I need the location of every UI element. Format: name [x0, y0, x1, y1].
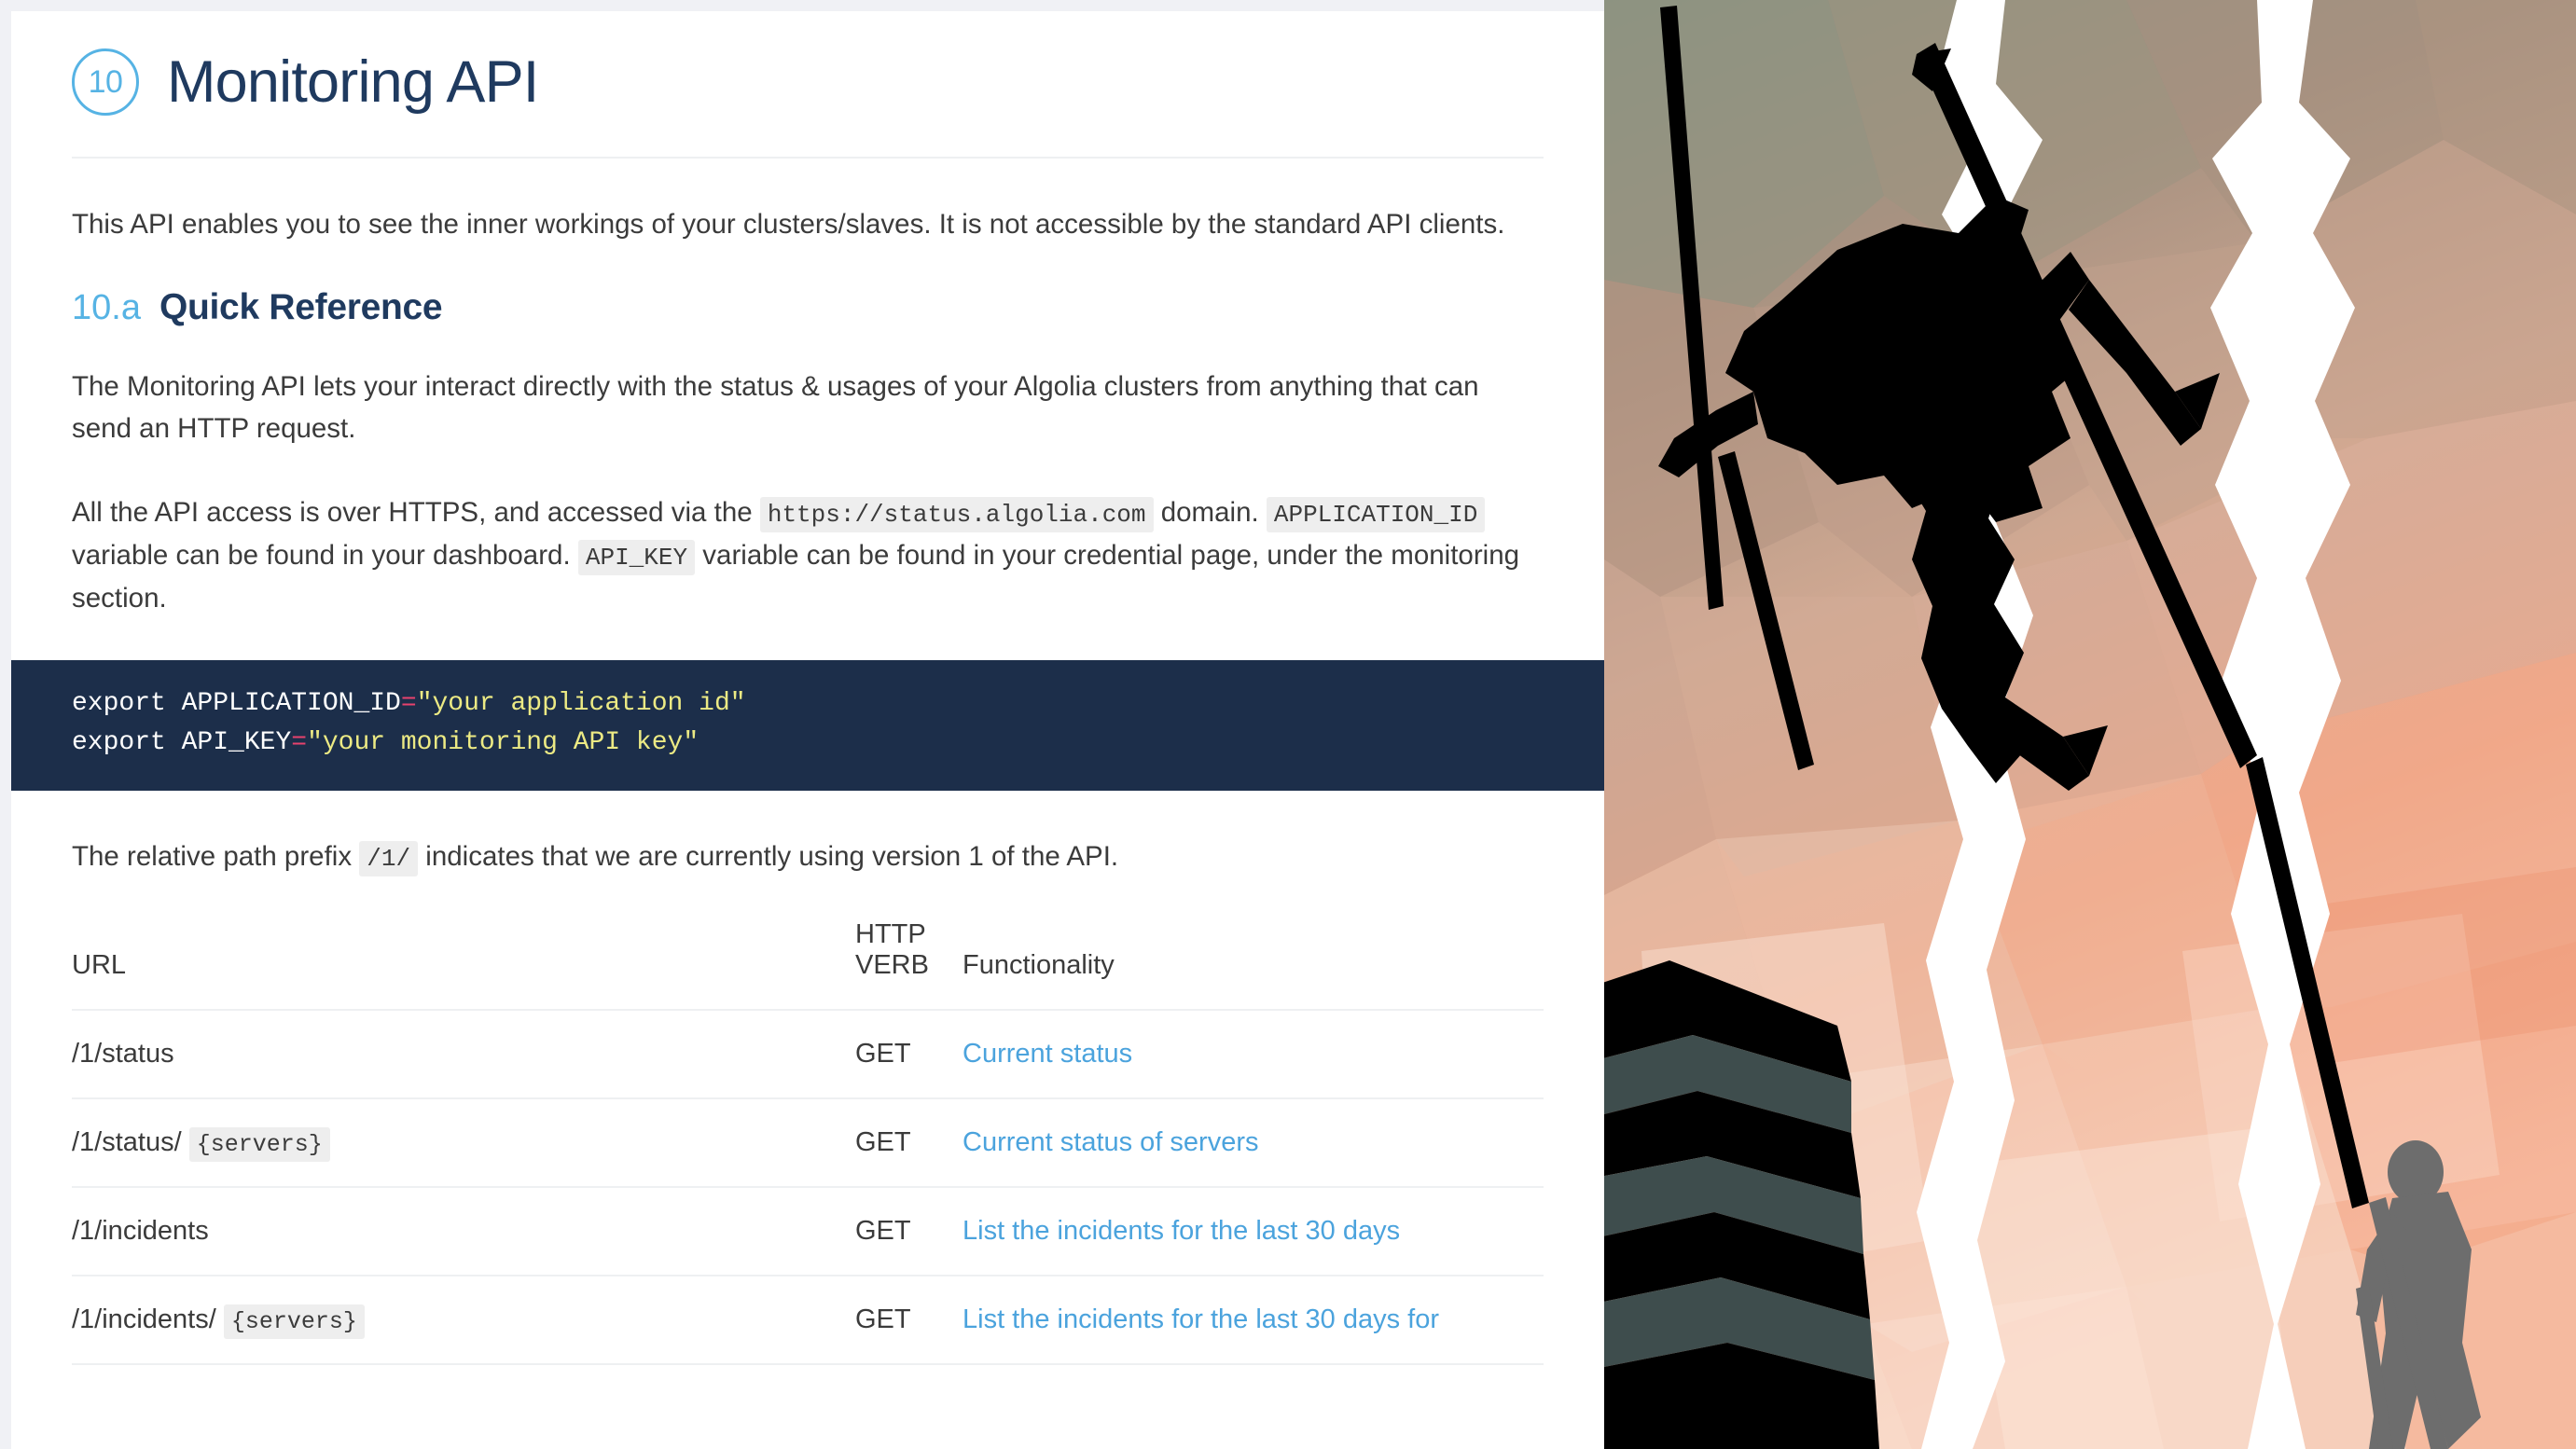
url-text: /1/incidents/ [72, 1304, 224, 1335]
column-header-http-verb: HTTP VERB [855, 919, 963, 1012]
inline-code-api-key: API_KEY [577, 539, 696, 575]
section-number: 10.a [72, 287, 141, 327]
table-row: /1/status/ {servers} GET Current status … [72, 1098, 1544, 1189]
cell-url: /1/incidents [72, 1187, 855, 1277]
inline-code-application-id: APPLICATION_ID [1266, 497, 1486, 533]
cell-url: /1/status [72, 1010, 855, 1100]
chapter-number-badge: 10 [72, 48, 139, 116]
functionality-link[interactable]: Current status [963, 1039, 1132, 1069]
functionality-link[interactable]: List the incidents for the last 30 days [963, 1216, 1400, 1246]
functionality-link[interactable]: Current status of servers [963, 1127, 1259, 1157]
functionality-link[interactable]: List the incidents for the last 30 days … [963, 1304, 1439, 1334]
section-title: Quick Reference [159, 286, 443, 327]
cell-http-verb: GET [855, 1276, 963, 1366]
api-endpoints-table: URL HTTP VERB Functionality /1/status GET… [72, 919, 1544, 1366]
documentation-pane: 10 Monitoring API This API enables you t… [11, 11, 1604, 1449]
inline-code-domain: https://status.algolia.com [759, 497, 1154, 533]
screenshot-root: 10 Monitoring API This API enables you t… [0, 0, 2576, 1449]
section-paragraph-2: All the API access is over HTTPS, and ac… [72, 491, 1544, 619]
code-keyword-1: export [72, 689, 182, 719]
url-text: /1/status [72, 1039, 174, 1070]
documentation-content: 10 Monitoring API This API enables you t… [11, 11, 1604, 1366]
url-param-code: {servers} [188, 1127, 330, 1163]
inline-code-path-prefix: /1/ [359, 841, 419, 877]
url-text: /1/status/ [72, 1127, 189, 1158]
section-paragraph-1: The Monitoring API lets your interact di… [72, 370, 1479, 445]
cell-http-verb: GET [855, 1098, 963, 1189]
intro-paragraph: This API enables you to see the inner wo… [72, 209, 1505, 240]
code-variable-2: API_KEY [181, 728, 292, 758]
section-paragraph-3: The relative path prefix /1/ indicates t… [72, 835, 1544, 878]
code-operator-2: = [291, 728, 308, 758]
table-header-row: URL HTTP VERB Functionality [72, 919, 1544, 1012]
code-operator-1: = [400, 689, 417, 719]
url-text: /1/incidents [72, 1216, 209, 1247]
verb-header-line-2: VERB [855, 950, 929, 981]
code-variable-1: APPLICATION_ID [181, 689, 401, 719]
p3-text-a: The relative path prefix [72, 841, 353, 873]
cell-functionality: Current status [963, 1010, 1544, 1100]
rock-ledge [1604, 960, 1879, 1449]
column-header-url: URL [72, 919, 855, 1012]
table-row: /1/incidents/ {servers} GET List the inc… [72, 1276, 1544, 1366]
cell-functionality: List the incidents for the last 30 days [963, 1187, 1544, 1277]
shell-code-block: export APPLICATION_ID="your application … [11, 660, 1604, 792]
column-header-functionality: Functionality [963, 919, 1544, 1012]
title-divider [72, 157, 1544, 159]
p2-text-a: All the API access is over HTTPS, and ac… [72, 497, 753, 529]
illustration-svg [1604, 0, 2576, 1449]
table-header: URL HTTP VERB Functionality [72, 919, 1544, 1012]
url-param-code: {servers} [223, 1304, 365, 1340]
cell-url: /1/incidents/ {servers} [72, 1276, 855, 1366]
code-string-1: "your application id" [416, 689, 746, 719]
p2-text-b: domain. [1160, 497, 1259, 529]
cell-functionality: Current status of servers [963, 1098, 1544, 1189]
page-title: Monitoring API [167, 48, 539, 115]
p2-text-c: variable can be found in your dashboard. [72, 539, 571, 571]
cell-http-verb: GET [855, 1187, 963, 1277]
section-heading: 10.a Quick Reference [72, 287, 1544, 328]
code-string-2: "your monitoring API key" [307, 728, 699, 758]
cell-url: /1/status/ {servers} [72, 1098, 855, 1189]
verb-header-line-1: HTTP [855, 919, 926, 950]
table-body: /1/status GET Current status /1/status/ … [72, 1010, 1544, 1366]
mountain-climbers-illustration [1604, 0, 2576, 1449]
table-row: /1/status GET Current status [72, 1010, 1544, 1100]
code-keyword-2: export [72, 728, 182, 758]
page-title-row: 10 Monitoring API [72, 11, 1544, 157]
p3-text-b: indicates that we are currently using ve… [425, 841, 1119, 873]
cell-http-verb: GET [855, 1010, 963, 1100]
table-row: /1/incidents GET List the incidents for … [72, 1187, 1544, 1277]
cell-functionality: List the incidents for the last 30 days … [963, 1276, 1544, 1366]
